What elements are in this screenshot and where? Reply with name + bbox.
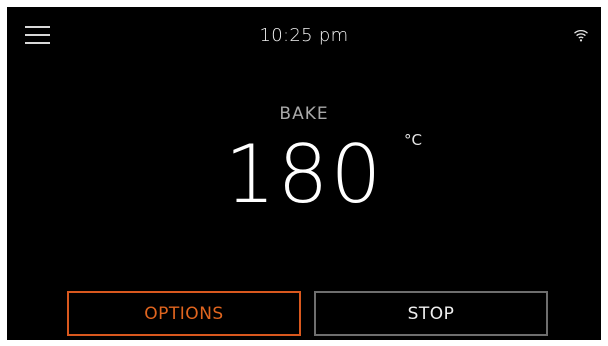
options-button[interactable]: OPTIONS	[67, 291, 301, 336]
wifi-icon	[574, 29, 588, 42]
stop-button-label: STOP	[407, 303, 455, 324]
temperature-value[interactable]: 180	[7, 125, 601, 225]
oven-display-screen: 10:25 pm BAKE 180 °C OPTIONS STOP	[7, 7, 601, 340]
temperature-unit: °C	[404, 131, 422, 149]
clock-time: 10:25 pm	[259, 25, 349, 46]
cooking-mode-label: BAKE	[279, 104, 329, 124]
stop-button[interactable]: STOP	[314, 291, 548, 336]
options-button-label: OPTIONS	[144, 303, 224, 324]
